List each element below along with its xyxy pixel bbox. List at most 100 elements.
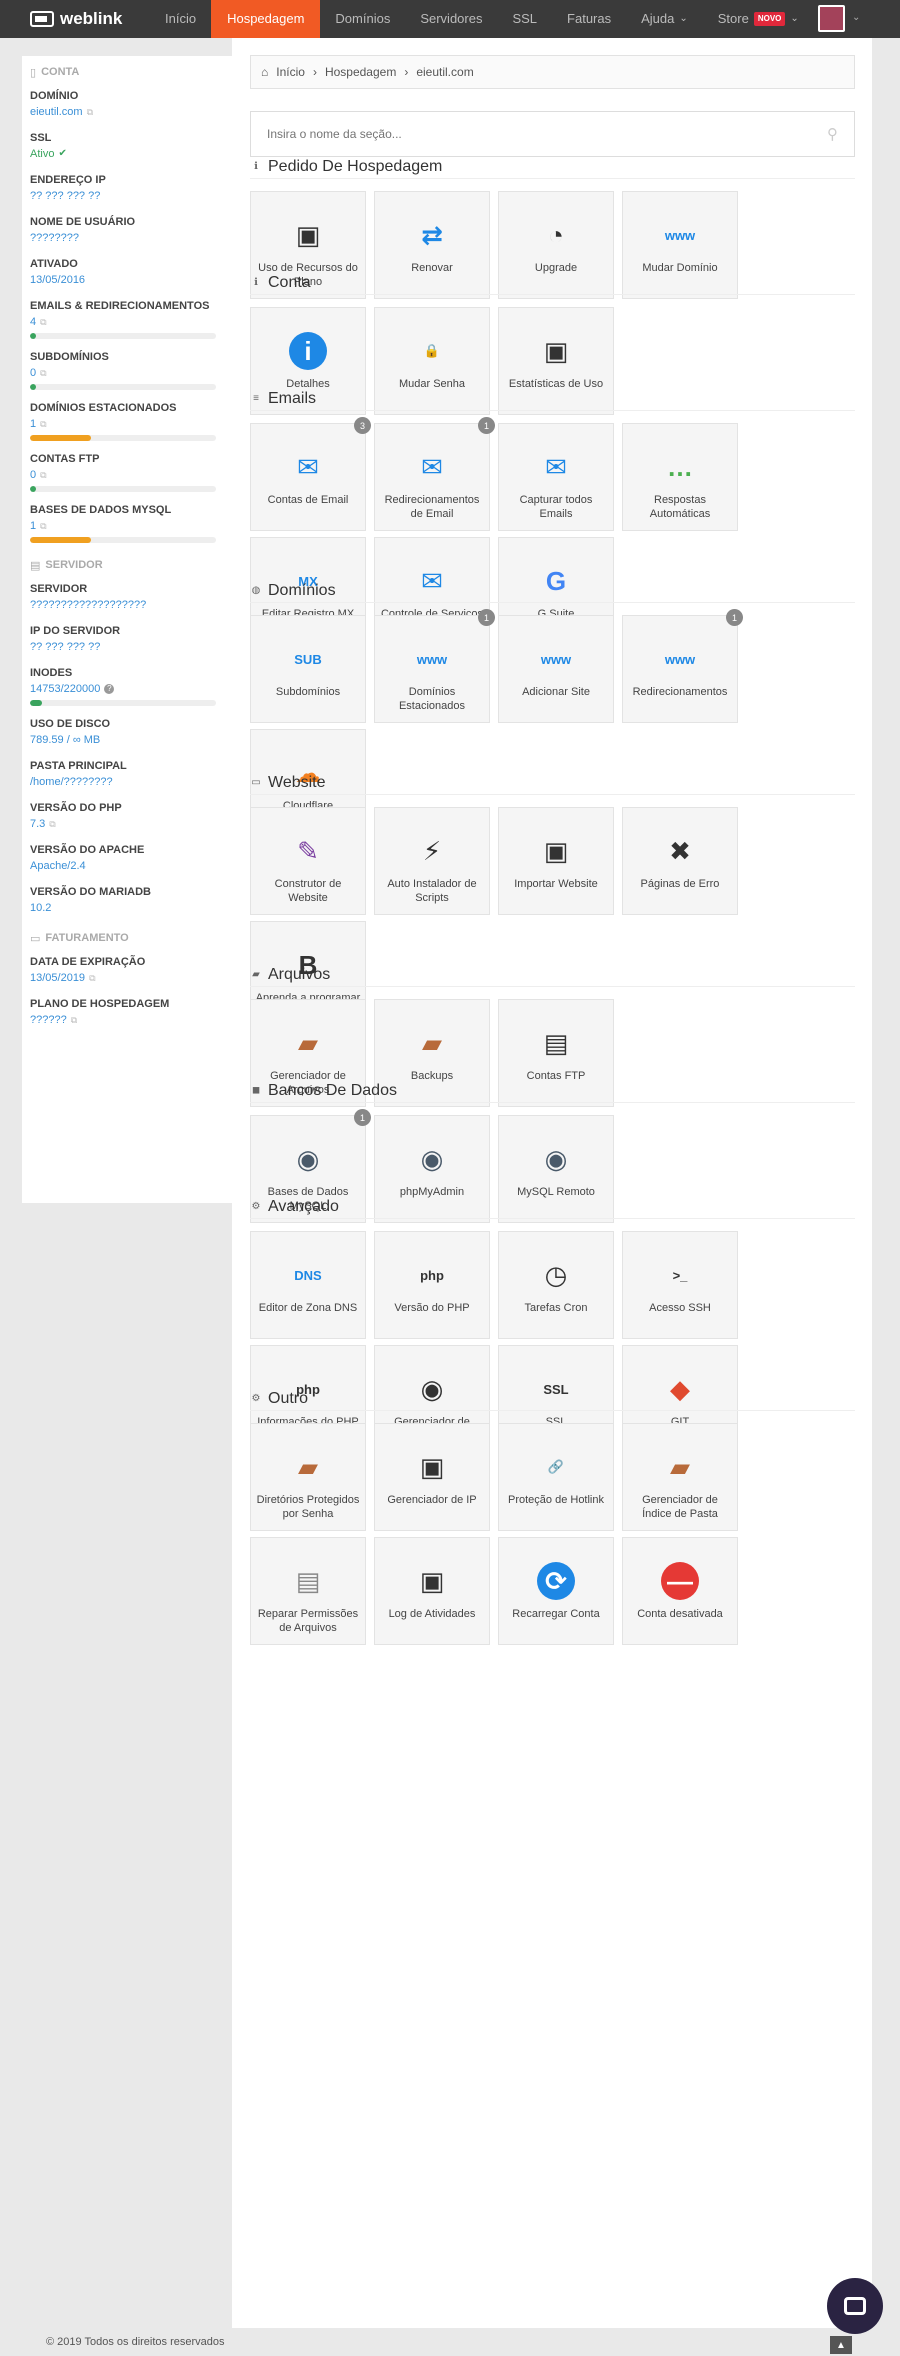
external-link-icon[interactable]: ⧉	[40, 314, 46, 330]
reload-account-icon: ⟳	[537, 1562, 575, 1600]
nav-label: SSL	[512, 11, 538, 26]
tile-php-version[interactable]: php Versão do PHP	[374, 1231, 490, 1339]
tile-email-accounts[interactable]: ✉ Contas de Email 3	[250, 417, 371, 531]
tile-ssh[interactable]: >_ Acesso SSH	[622, 1231, 738, 1339]
website-builder-icon: ✎	[297, 835, 319, 866]
tile-cron[interactable]: ◷ Tarefas Cron	[498, 1231, 614, 1339]
section-search[interactable]: ⚲	[250, 111, 855, 157]
nav-item-6[interactable]: Ajuda ⌄	[626, 0, 703, 38]
tile-label: Domínios Estacionados	[398, 686, 466, 712]
help-icon[interactable]: ?	[104, 684, 115, 694]
avatar[interactable]	[818, 5, 845, 32]
tile-import-website[interactable]: ▣ Importar Website	[498, 807, 614, 915]
tile-label: Diretórios Protegidos por Senha	[256, 1494, 360, 1520]
breadcrumb-item[interactable]: Hospedagem	[325, 65, 396, 79]
sidebar-info-item: DOMÍNIO eieutil.com ⧉	[30, 84, 224, 126]
info-value-row: ???????????????????	[30, 597, 224, 613]
usage-progress-fill	[30, 435, 92, 441]
external-link-icon[interactable]: ⧉	[87, 104, 93, 120]
brand-logo[interactable]: weblink	[0, 0, 150, 38]
info-value-row: /home/????????	[30, 774, 224, 790]
sidebar-info-item: DOMÍNIOS ESTACIONADOS 1 ⧉	[30, 396, 224, 447]
tile-label: Reparar Permissões de Arquivos	[257, 1608, 359, 1634]
external-link-icon[interactable]: ⧉	[40, 416, 46, 432]
section-title-label: Bancos De Dados	[268, 1081, 397, 1099]
change-domain-icon: www	[664, 227, 696, 243]
tile-autoresponder[interactable]: … Respostas Automáticas	[622, 423, 738, 531]
sidebar-info-item: SUBDOMÍNIOS 0 ⧉	[30, 345, 224, 396]
info-value[interactable]: 1	[30, 518, 36, 534]
sidebar-info-item: SSL Ativo ✔	[30, 126, 224, 168]
search-input[interactable]	[267, 127, 767, 141]
nav-item-1[interactable]: Hospedagem	[211, 0, 321, 38]
external-link-icon[interactable]: ⧉	[40, 518, 46, 534]
scroll-top-icon[interactable]: ▲	[830, 2336, 852, 2354]
tile-email-forward[interactable]: ✉ Redirecionamentos de Email 1	[374, 417, 495, 531]
tile-label: Contas de Email	[267, 494, 349, 506]
tile-parked-domains[interactable]: www Domínios Estacionados 1	[374, 609, 495, 723]
info-value-row: 10.2	[30, 900, 224, 916]
info-value[interactable]: eieutil.com	[30, 104, 83, 120]
tile-ip-manager[interactable]: ▣ Gerenciador de IP	[374, 1423, 490, 1531]
sidebar-info-item: VERSÃO DO APACHE Apache/2.4	[30, 838, 224, 880]
folder-icon: ▰	[252, 969, 260, 980]
nav-item-2[interactable]: Domínios	[320, 0, 405, 38]
chevron-down-icon[interactable]: ⌄	[852, 12, 860, 23]
chat-button[interactable]	[827, 2278, 883, 2334]
tile-redirects[interactable]: www Redirecionamentos 1	[622, 609, 743, 723]
nav-item-5[interactable]: Faturas	[552, 0, 626, 38]
tile-website-builder[interactable]: ✎ Construtor de Website	[250, 807, 366, 915]
external-link-icon[interactable]: ⧉	[71, 1012, 77, 1028]
sidebar-info-item: ATIVADO 13/05/2016	[30, 252, 224, 294]
tile-dns-editor[interactable]: DNS Editor de Zona DNS	[250, 1231, 366, 1339]
tile-fix-permissions[interactable]: ▤ Reparar Permissões de Arquivos	[250, 1537, 366, 1645]
tile-activity-log[interactable]: ▣ Log de Atividades	[374, 1537, 490, 1645]
external-link-icon[interactable]: ⧉	[40, 467, 46, 483]
tile-auto-installer[interactable]: ⚡ Auto Instalador de Scripts	[374, 807, 490, 915]
renew-icon: ⇄	[421, 219, 443, 250]
info-value[interactable]: 1	[30, 416, 36, 432]
resource-usage-icon: ▣	[295, 219, 321, 250]
search-icon[interactable]: ⚲	[827, 125, 838, 143]
sidebar-info-item: SERVIDOR???????????????????	[30, 577, 224, 619]
info-label: SERVIDOR	[30, 583, 88, 595]
nav-item-7[interactable]: Store NOVO ⌄	[703, 0, 814, 38]
info-icon: ℹ	[254, 161, 258, 172]
nav-item-0[interactable]: Início	[150, 0, 211, 38]
info-value[interactable]: 7.3	[30, 816, 45, 832]
tile-index-manager[interactable]: ▰ Gerenciador de Índice de Pasta	[622, 1423, 738, 1531]
tile-reload-account[interactable]: ⟳ Recarregar Conta	[498, 1537, 614, 1645]
section-title: ◼ Bancos De Dados	[250, 1079, 855, 1103]
tile-disabled-account[interactable]: — Conta desativada	[622, 1537, 738, 1645]
external-link-icon[interactable]: ⧉	[49, 816, 55, 832]
tile-protected-dirs[interactable]: ▰ Diretórios Protegidos por Senha	[250, 1423, 366, 1531]
info-value[interactable]: 0	[30, 467, 36, 483]
info-value: 14753/220000	[30, 683, 101, 695]
sidebar-info-item: DATA DE EXPIRAÇÃO 13/05/2019 ⧉	[30, 950, 224, 992]
tile-catch-all[interactable]: ✉ Capturar todos Emails	[498, 423, 614, 531]
nav-item-3[interactable]: Servidores	[405, 0, 497, 38]
usage-progress-bar	[30, 486, 216, 492]
home-icon[interactable]: ⌂	[261, 65, 268, 79]
info-value[interactable]: 0	[30, 365, 36, 381]
tile-subdomains[interactable]: SUB Subdomínios	[250, 615, 366, 723]
nav-label: Hospedagem	[227, 11, 305, 26]
info-value: ????????	[30, 232, 79, 244]
usage-progress-fill	[30, 333, 36, 339]
sidebar-heading-label: SERVIDOR	[45, 559, 103, 571]
tile-hotlink[interactable]: 🔗 Proteção de Hotlink	[498, 1423, 614, 1531]
nav-label: Store	[717, 11, 749, 26]
breadcrumb-separator-icon: ›	[404, 65, 409, 79]
info-value[interactable]: 4	[30, 314, 36, 330]
external-link-icon[interactable]: ⧉	[89, 970, 95, 986]
tile-error-pages[interactable]: ✖ Páginas de Erro	[622, 807, 738, 915]
nav-label: Servidores	[420, 11, 483, 26]
tile-add-site[interactable]: www Adicionar Site	[498, 615, 614, 723]
breadcrumb-item[interactable]: Início	[276, 65, 305, 79]
top-navbar: weblink Início Hospedagem Domínios Servidor…	[0, 0, 900, 38]
nav-item-4[interactable]: SSL	[497, 0, 552, 38]
backups-icon: ▰	[422, 1027, 442, 1058]
external-link-icon[interactable]: ⧉	[40, 365, 46, 381]
info-value[interactable]: ??????	[30, 1012, 67, 1028]
info-value[interactable]: 13/05/2019	[30, 970, 85, 986]
